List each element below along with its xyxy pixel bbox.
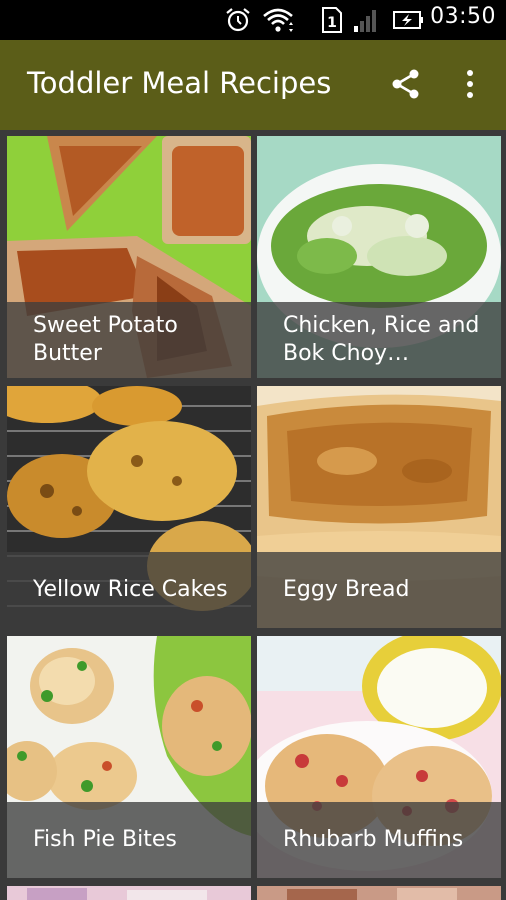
clock: 03:50 [430,4,496,29]
recipe-caption: Rhubarb Muffins [257,802,501,878]
app-bar: Toddler Meal Recipes [0,40,506,130]
app-title: Toddler Meal Recipes [27,66,332,100]
recipe-grid: Sweet Potato Butter Chicken, Rice and Bo… [0,130,506,900]
recipe-title: Fish Pie Bites [33,827,177,852]
svg-text:1: 1 [327,15,337,31]
battery-charging-icon [393,11,423,29]
recipe-photo [257,886,501,900]
recipe-card-partial-left[interactable] [7,886,251,900]
recipe-photo [7,886,251,900]
sim-1-icon: 1 [322,7,342,33]
recipe-card-partial-right[interactable] [257,886,501,900]
recipe-card-rhubarb-muffins[interactable]: Rhubarb Muffins [257,636,501,878]
recipe-title: Chicken, Rice and Bok Choy Porridge [283,313,480,366]
recipe-card-chicken-rice-bok-choy[interactable]: Chicken, Rice and Bok Choy Porridge [257,136,501,378]
status-bar: 1 03:50 [0,0,506,40]
wifi-icon [263,8,293,32]
recipe-card-yellow-rice-cakes[interactable]: Yellow Rice Cakes [7,386,251,628]
share-icon[interactable] [389,67,423,101]
recipe-caption: Fish Pie Bites [7,802,251,878]
recipe-title: Rhubarb Muffins [283,827,464,852]
recipe-caption: Chicken, Rice and Bok Choy Porridge [257,302,501,378]
overflow-menu-icon[interactable] [460,67,480,101]
recipe-caption: Sweet Potato Butter [7,302,251,378]
recipe-caption: Yellow Rice Cakes [7,552,251,628]
alarm-icon [226,8,250,32]
recipe-card-eggy-bread[interactable]: Eggy Bread [257,386,501,628]
recipe-card-sweet-potato-butter[interactable]: Sweet Potato Butter [7,136,251,378]
recipe-title: Yellow Rice Cakes [33,577,228,602]
signal-icon [354,10,376,32]
recipe-card-fish-pie-bites[interactable]: Fish Pie Bites [7,636,251,878]
recipe-caption: Eggy Bread [257,552,501,628]
recipe-title: Eggy Bread [283,577,410,602]
recipe-title: Sweet Potato Butter [33,313,178,366]
